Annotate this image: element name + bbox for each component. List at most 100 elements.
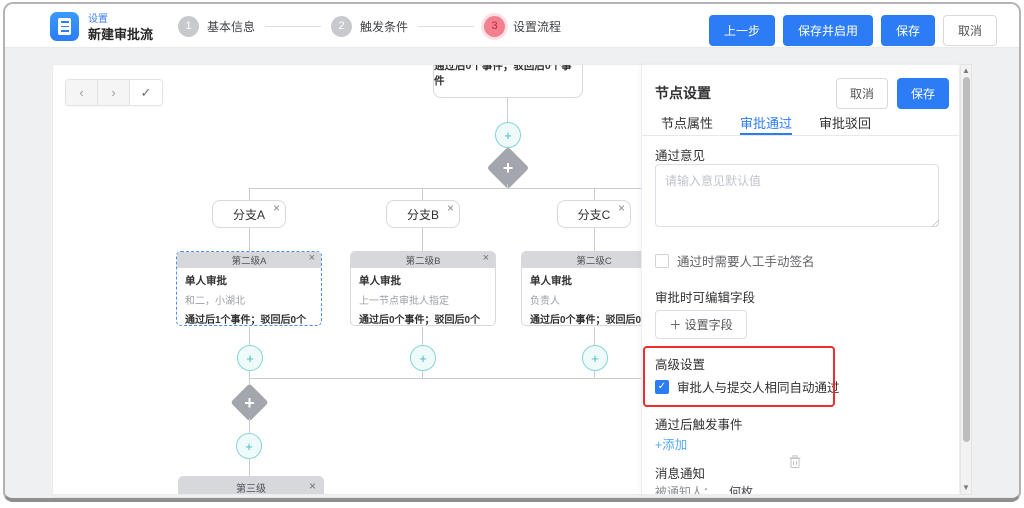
scroll-up-icon[interactable]: ▲ [961, 66, 971, 76]
step-trigger-conditions[interactable]: 2 触发条件 [331, 16, 408, 37]
connector-line [594, 228, 595, 251]
close-icon[interactable]: × [618, 202, 625, 214]
approver-names: 和二，小湖北 [185, 292, 313, 307]
confirm-check-button[interactable]: ✓ [130, 80, 162, 105]
step-basic-info[interactable]: 1 基本信息 [178, 16, 255, 37]
connector-line [422, 327, 423, 345]
cancel-button[interactable]: 取消 [943, 15, 997, 46]
approval-card-second-level-a[interactable]: 第二级A × 单人审批 和二，小湖北 通过后1个事件；驳回后0个事件 [176, 251, 322, 326]
top-bar: 设置 新建审批流 1 基本信息 2 触发条件 3 设置流程 上一步 保存并启用 … [5, 4, 1019, 48]
page-title: 新建审批流 [88, 24, 153, 43]
approval-type: 单人审批 [359, 273, 487, 288]
canvas-horizontal-scrollbar[interactable]: ◂ ▸ [52, 497, 1018, 502]
add-node-button[interactable]: + [410, 345, 436, 371]
connector-line [249, 371, 250, 378]
step-number-2: 2 [331, 16, 352, 37]
close-icon[interactable]: × [273, 202, 280, 214]
message-notify-label: 消息通知 [655, 463, 705, 482]
approval-card-second-level-b[interactable]: 第二级B × 单人审批 上一节点审批人指定 通过后0个事件；驳回后0个事件 [350, 251, 496, 326]
add-node-button[interactable]: + [236, 433, 262, 459]
header-actions: 上一步 保存并启用 保存 取消 [709, 15, 997, 46]
branch-b-node[interactable]: 分支B × [386, 200, 460, 228]
step-number-3: 3 [484, 16, 505, 37]
pass-opinion-textarea[interactable] [655, 164, 939, 227]
node-events-text: 通过后1个事件；驳回后0个事件 [185, 311, 313, 326]
connector-line [422, 371, 423, 378]
tab-approval-reject[interactable]: 审批驳回 [819, 113, 871, 135]
editable-fields-label: 审批时可编辑字段 [655, 287, 755, 306]
step-connector [418, 26, 474, 27]
add-node-button[interactable]: + [495, 122, 521, 148]
app-window: 设置 新建审批流 1 基本信息 2 触发条件 3 设置流程 上一步 保存并启用 … [3, 2, 1021, 502]
close-icon[interactable]: × [447, 202, 454, 214]
notified-person-value: 何枚 [729, 485, 753, 495]
scroll-left-icon[interactable]: ◂ [56, 497, 61, 502]
connector-line [507, 98, 508, 122]
third-level-node[interactable]: 第三级 × [178, 476, 324, 495]
notified-person-row: 被通知人：何枚 [655, 483, 753, 495]
app-logo-icon [50, 12, 79, 41]
connector-line [594, 371, 595, 378]
close-icon[interactable]: × [309, 480, 316, 492]
node-events-text: 通过后0个事件；驳回后0个事件 [359, 311, 487, 326]
redo-button[interactable]: › [98, 80, 130, 105]
panel-cancel-button[interactable]: 取消 [836, 78, 888, 109]
add-event-link[interactable]: +添加 [655, 434, 687, 453]
checkbox-unchecked[interactable] [655, 254, 669, 268]
connector-line [422, 188, 423, 200]
approver-names: 上一节点审批人指定 [359, 292, 487, 307]
trigger-events-label: 通过后触发事件 [655, 414, 743, 433]
pass-opinion-label: 通过意见 [655, 145, 705, 164]
merge-gateway-icon[interactable]: + [230, 383, 268, 421]
save-button[interactable]: 保存 [881, 15, 935, 46]
scrollbar-thumb[interactable] [963, 77, 970, 442]
branch-a-node[interactable]: 分支A × [212, 200, 286, 228]
add-node-button[interactable]: + [582, 345, 608, 371]
node-events-text: 通过后0个事件；驳回后0个事件 [530, 311, 658, 326]
manual-sign-checkbox-row[interactable]: 通过时需要人工手动签名 [655, 251, 815, 270]
checkbox-checked[interactable]: ✓ [655, 380, 669, 394]
step-set-process[interactable]: 3 设置流程 [484, 16, 561, 37]
step-number-1: 1 [178, 16, 199, 37]
connector-line [249, 459, 250, 476]
save-and-enable-button[interactable]: 保存并启用 [783, 15, 873, 46]
tab-node-properties[interactable]: 节点属性 [661, 113, 713, 135]
wizard-steps: 1 基本信息 2 触发条件 3 设置流程 [178, 4, 561, 48]
scroll-right-icon[interactable]: ▸ [1009, 497, 1014, 502]
tab-approval-pass[interactable]: 审批通过 [740, 113, 792, 135]
connector-line [422, 228, 423, 251]
auto-pass-checkbox-row[interactable]: ✓ 审批人与提交人相同自动通过 [655, 377, 840, 396]
set-fields-button[interactable]: ＋ 设置字段 [655, 310, 747, 339]
approval-type: 单人审批 [530, 273, 658, 288]
connector-line [249, 418, 250, 433]
condition-gateway-icon[interactable]: + [487, 147, 529, 189]
close-icon[interactable]: × [483, 253, 489, 264]
panel-title: 节点设置 [655, 83, 711, 103]
canvas-toolbar: ‹ › ✓ [65, 79, 163, 106]
branch-split-line [250, 188, 660, 189]
panel-scrollbar[interactable]: ▲ ▼ [960, 64, 972, 495]
undo-button[interactable]: ‹ [66, 80, 98, 105]
scroll-down-icon[interactable]: ▼ [961, 483, 971, 493]
branch-merge-line [249, 378, 661, 379]
connector-line [249, 188, 250, 200]
advanced-settings-label: 高级设置 [655, 354, 705, 373]
step-connector [265, 26, 321, 27]
previous-step-button[interactable]: 上一步 [709, 15, 775, 46]
approver-names: 负责人 [530, 292, 658, 307]
add-node-button[interactable]: + [237, 345, 263, 371]
connector-line [594, 327, 595, 345]
branch-c-node[interactable]: 分支C × [557, 200, 631, 228]
connector-line [249, 228, 250, 251]
connector-line [594, 188, 595, 200]
approval-type: 单人审批 [185, 273, 313, 288]
close-icon[interactable]: × [309, 253, 315, 264]
node-events-text: 通过后0个事件；驳回后0个事件 [434, 64, 582, 88]
first-level-node[interactable]: 通过后0个事件；驳回后0个事件 [433, 64, 583, 98]
trash-icon[interactable] [789, 455, 801, 468]
connector-line [249, 327, 250, 345]
panel-save-button[interactable]: 保存 [897, 78, 949, 109]
panel-tabs: 节点属性 审批通过 审批驳回 [642, 113, 959, 136]
node-settings-panel: 节点设置 取消 保存 节点属性 审批通过 审批驳回 通过意见 通过时需要人工手动… [641, 64, 960, 495]
app-section-label: 设置 [88, 10, 108, 25]
